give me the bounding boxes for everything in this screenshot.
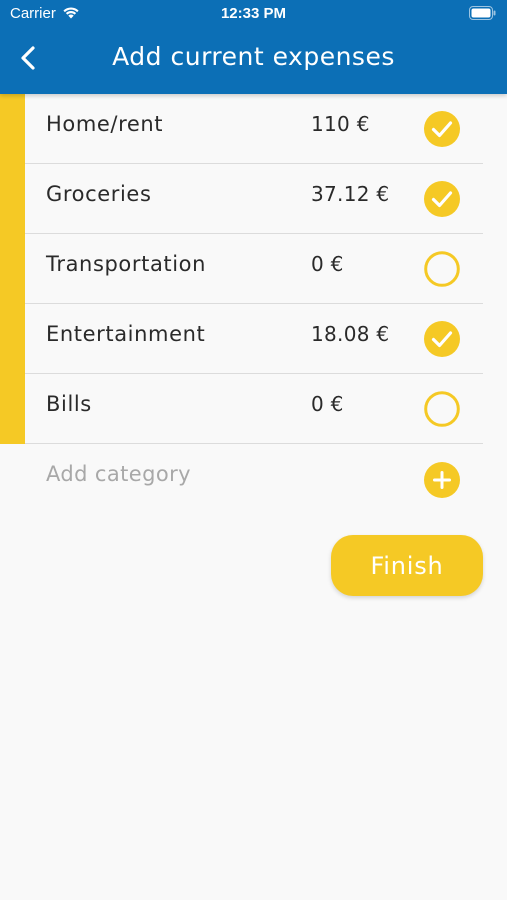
- status-clock: 12:33 PM: [220, 5, 287, 22]
- expense-row-groceries[interactable]: Groceries 37.12 €: [0, 164, 507, 234]
- expense-label: Bills: [46, 392, 92, 416]
- expense-label: Entertainment: [46, 322, 206, 346]
- row-accent-bar: [0, 374, 25, 444]
- battery-icon: [469, 6, 496, 20]
- expense-label: Home/rent: [46, 112, 164, 136]
- plus-circle-icon[interactable]: [424, 462, 460, 498]
- row-accent-bar: [0, 304, 25, 374]
- expense-amount: 37.12 €: [311, 182, 390, 206]
- add-category-input[interactable]: Add category: [46, 462, 191, 486]
- row-accent-bar: [0, 234, 25, 304]
- checkmark-circle-icon[interactable]: [424, 111, 460, 147]
- expense-amount: 18.08 €: [311, 322, 390, 346]
- checkmark-circle-icon[interactable]: [424, 321, 460, 357]
- status-bar: Carrier 12:33 PM: [0, 0, 507, 28]
- empty-circle-icon[interactable]: [424, 251, 460, 287]
- empty-circle-icon[interactable]: [424, 391, 460, 427]
- checkmark-circle-icon[interactable]: [424, 181, 460, 217]
- expense-label: Transportation: [46, 252, 207, 276]
- finish-button[interactable]: Finish: [331, 535, 483, 596]
- expense-row-entertainment[interactable]: Entertainment 18.08 €: [0, 304, 507, 374]
- expense-amount: 0 €: [311, 252, 344, 276]
- expense-row-bills[interactable]: Bills 0 €: [0, 374, 507, 444]
- expense-label: Groceries: [46, 182, 152, 206]
- expense-list: Home/rent 110 € Groceries 37.12 € Transp…: [0, 94, 507, 514]
- expense-amount: 0 €: [311, 392, 344, 416]
- navigation-header: Carrier 12:33 PM Add current expenses: [0, 0, 507, 94]
- row-accent-bar: [0, 164, 25, 234]
- add-category-row[interactable]: Add category: [0, 444, 507, 514]
- page-title: Add current expenses: [112, 42, 395, 71]
- expense-row-transportation[interactable]: Transportation 0 €: [0, 234, 507, 304]
- row-accent-bar: [0, 94, 25, 164]
- expense-amount: 110 €: [311, 112, 370, 136]
- expense-row-home-rent[interactable]: Home/rent 110 €: [0, 94, 507, 164]
